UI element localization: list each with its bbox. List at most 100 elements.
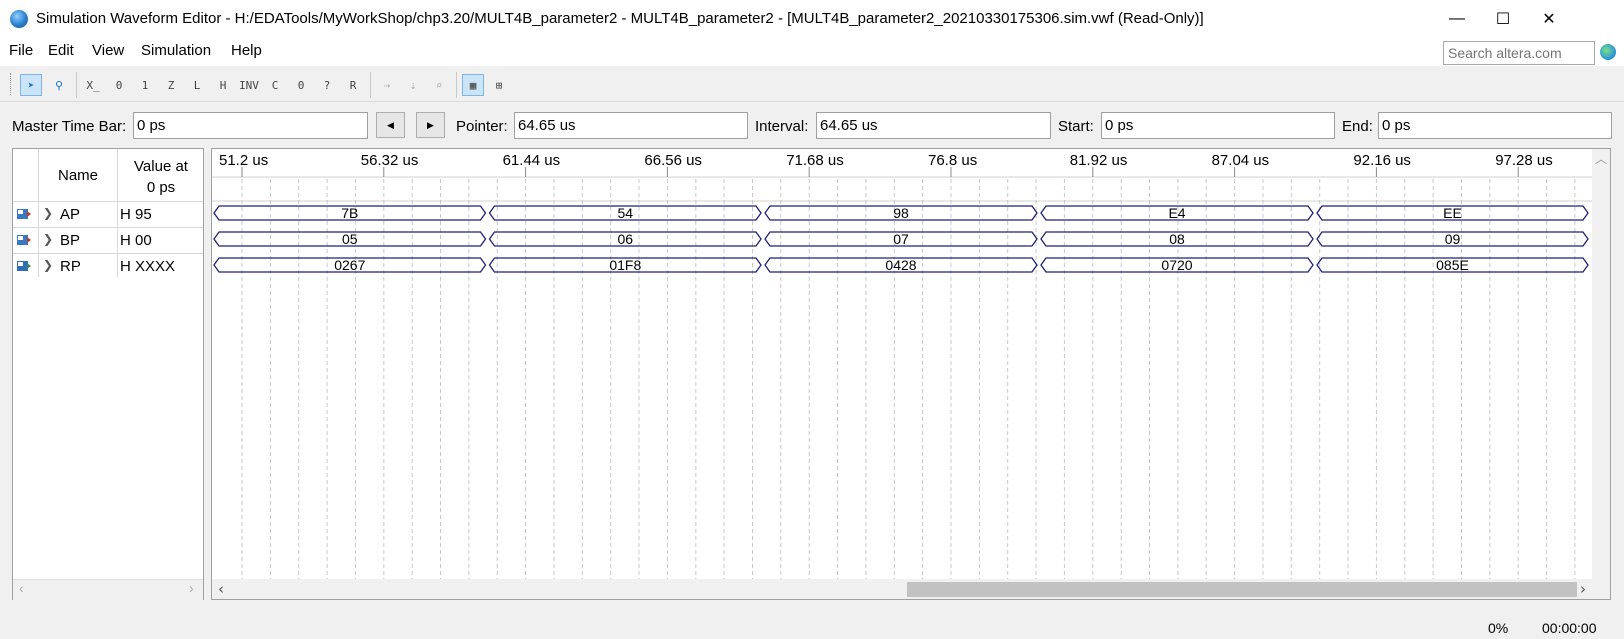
time-tick-label: 51.2 us xyxy=(219,152,268,169)
signal-name: BP xyxy=(60,232,81,249)
name-column-header[interactable]: Name xyxy=(39,167,117,184)
minimize-button[interactable]: — xyxy=(1434,0,1480,38)
clock-icon[interactable]: 0 xyxy=(290,74,312,96)
signal-row[interactable]: ❯ BP H 00 xyxy=(13,227,203,253)
signal-row[interactable]: ❯ RP H XXXX xyxy=(13,253,203,279)
time-tick-label: 97.28 us xyxy=(1495,152,1553,169)
bus-value-label: 09 xyxy=(1445,231,1461,247)
input-pin-icon xyxy=(17,235,31,245)
force-low-icon[interactable]: 0 xyxy=(108,74,130,96)
toolbar-grip[interactable] xyxy=(10,73,14,95)
wave-vscrollbar xyxy=(1592,149,1610,599)
signal-row[interactable]: ❯ AP H 95 xyxy=(13,201,203,227)
arbitrary-value-icon[interactable]: ? xyxy=(316,74,338,96)
random-value-icon[interactable]: R xyxy=(342,74,364,96)
invert-icon[interactable]: INV xyxy=(238,74,260,96)
time-tick-label: 61.44 us xyxy=(503,152,561,169)
signal-names-panel: Name Value at 0 ps ❯ AP H 95 ❯ BP H 00 ❯ RP H XX… xyxy=(12,148,204,600)
zoom-icon[interactable]: ⚲ xyxy=(48,74,70,96)
names-hscrollbar[interactable] xyxy=(13,579,203,600)
time-tick-label: 87.04 us xyxy=(1212,152,1270,169)
interval-label: Interval: xyxy=(755,118,809,135)
bus-value-label: 7B xyxy=(341,205,358,221)
time-tick-label: 92.16 us xyxy=(1353,152,1411,169)
value-column-header-line1[interactable]: Value at xyxy=(119,158,203,175)
grid-settings-icon[interactable]: ▦ xyxy=(462,74,484,96)
signal-value: H XXXX xyxy=(120,258,176,275)
input-pin-icon xyxy=(17,209,31,219)
master-time-bar-label: Master Time Bar: xyxy=(12,118,127,135)
scroll-right-icon: › xyxy=(1580,580,1586,598)
menu-file[interactable]: File xyxy=(9,42,33,59)
scroll-up-icon: ︿ xyxy=(1595,152,1607,166)
signal-name: RP xyxy=(60,258,81,275)
bus-value-label: 085E xyxy=(1436,257,1469,273)
master-time-bar-field[interactable]: 0 ps xyxy=(133,112,368,139)
expand-chevron-icon[interactable]: ❯ xyxy=(43,232,53,246)
sort-icon[interactable]: ⇣ xyxy=(402,74,424,96)
toolbar-separator xyxy=(456,72,457,98)
weak-low-icon[interactable]: L xyxy=(186,74,208,96)
expand-chevron-icon[interactable]: ❯ xyxy=(43,258,53,272)
end-label: End: xyxy=(1342,118,1373,135)
bus-value-label: EE xyxy=(1443,205,1462,221)
bus-value-label: 54 xyxy=(618,205,634,221)
scroll-left-icon[interactable]: ‹ xyxy=(19,580,24,596)
time-tick-label: 71.68 us xyxy=(786,152,844,169)
time-tick-label: 76.8 us xyxy=(928,152,977,169)
menu-help[interactable]: Help xyxy=(231,42,262,59)
bus-value-label: 01F8 xyxy=(609,257,641,273)
menu-view[interactable]: View xyxy=(92,42,124,59)
high-impedance-icon[interactable]: Z xyxy=(160,74,182,96)
maximize-button[interactable]: ☐ xyxy=(1480,0,1526,38)
bus-value-label: 06 xyxy=(618,231,634,247)
signal-value: H 00 xyxy=(120,232,152,249)
wave-hscroll-thumb xyxy=(907,582,1577,597)
time-tick-label: 56.32 us xyxy=(361,152,419,169)
toolbar-separator xyxy=(370,72,371,98)
weak-high-icon[interactable]: H xyxy=(212,74,234,96)
snap-settings-icon[interactable]: ⊞ xyxy=(488,74,510,96)
bus-value-label: 07 xyxy=(893,231,909,247)
scroll-right-icon[interactable]: › xyxy=(189,580,194,596)
bus-value-label: 0720 xyxy=(1161,257,1192,273)
signal-name: AP xyxy=(60,206,81,223)
menu-edit[interactable]: Edit xyxy=(48,42,74,59)
search-input[interactable] xyxy=(1443,41,1595,65)
toolbar-separator xyxy=(76,72,77,98)
bus-value-label: 05 xyxy=(342,231,358,247)
pointer-label: Pointer: xyxy=(456,118,508,135)
signal-value: H 95 xyxy=(120,206,152,223)
start-label: Start: xyxy=(1058,118,1094,135)
start-field[interactable]: 0 ps xyxy=(1101,112,1335,139)
output-pin-icon xyxy=(17,261,31,271)
count-value-icon[interactable]: C xyxy=(264,74,286,96)
bus-value-label: E4 xyxy=(1168,205,1185,221)
bus-value-label: 0267 xyxy=(334,257,365,273)
interval-field[interactable]: 64.65 us xyxy=(816,112,1051,139)
bus-value-label: 0428 xyxy=(885,257,916,273)
quartus-globe-icon xyxy=(10,10,28,28)
find-icon[interactable]: ⌕ xyxy=(428,74,450,96)
waveform-canvas[interactable]: 51.2 us 56.32 us 61.44 us 66.56 us 71.68 us 7… xyxy=(212,149,1610,599)
uninitialized-icon[interactable]: X̲ xyxy=(82,74,104,96)
next-transition-button[interactable]: ▶ xyxy=(416,112,445,138)
time-tick-label: 66.56 us xyxy=(644,152,702,169)
snap-to-grid-icon[interactable]: ⇢ xyxy=(376,74,398,96)
value-column-header-line2: 0 ps xyxy=(146,179,176,196)
close-button[interactable]: ✕ xyxy=(1526,0,1572,38)
scroll-left-icon: ‹ xyxy=(218,580,224,598)
expand-chevron-icon[interactable]: ❯ xyxy=(43,206,53,220)
globe-icon[interactable] xyxy=(1600,44,1616,60)
bus-value-label: 08 xyxy=(1169,231,1185,247)
force-high-icon[interactable]: 1 xyxy=(134,74,156,96)
select-arrow-icon[interactable]: ➤ xyxy=(20,74,42,96)
end-field[interactable]: 0 ps xyxy=(1378,112,1612,139)
window-title: Simulation Waveform Editor - H:/EDATools… xyxy=(36,10,1204,27)
time-tick-label: 81.92 us xyxy=(1070,152,1128,169)
bus-value-label: 98 xyxy=(893,205,909,221)
menu-simulation[interactable]: Simulation xyxy=(141,42,211,59)
pointer-field[interactable]: 64.65 us xyxy=(514,112,748,139)
waveform-panel[interactable]: 51.2 us 56.32 us 61.44 us 66.56 us 71.68 us 7… xyxy=(211,148,1611,600)
prev-transition-button[interactable]: ◀ xyxy=(376,112,405,138)
